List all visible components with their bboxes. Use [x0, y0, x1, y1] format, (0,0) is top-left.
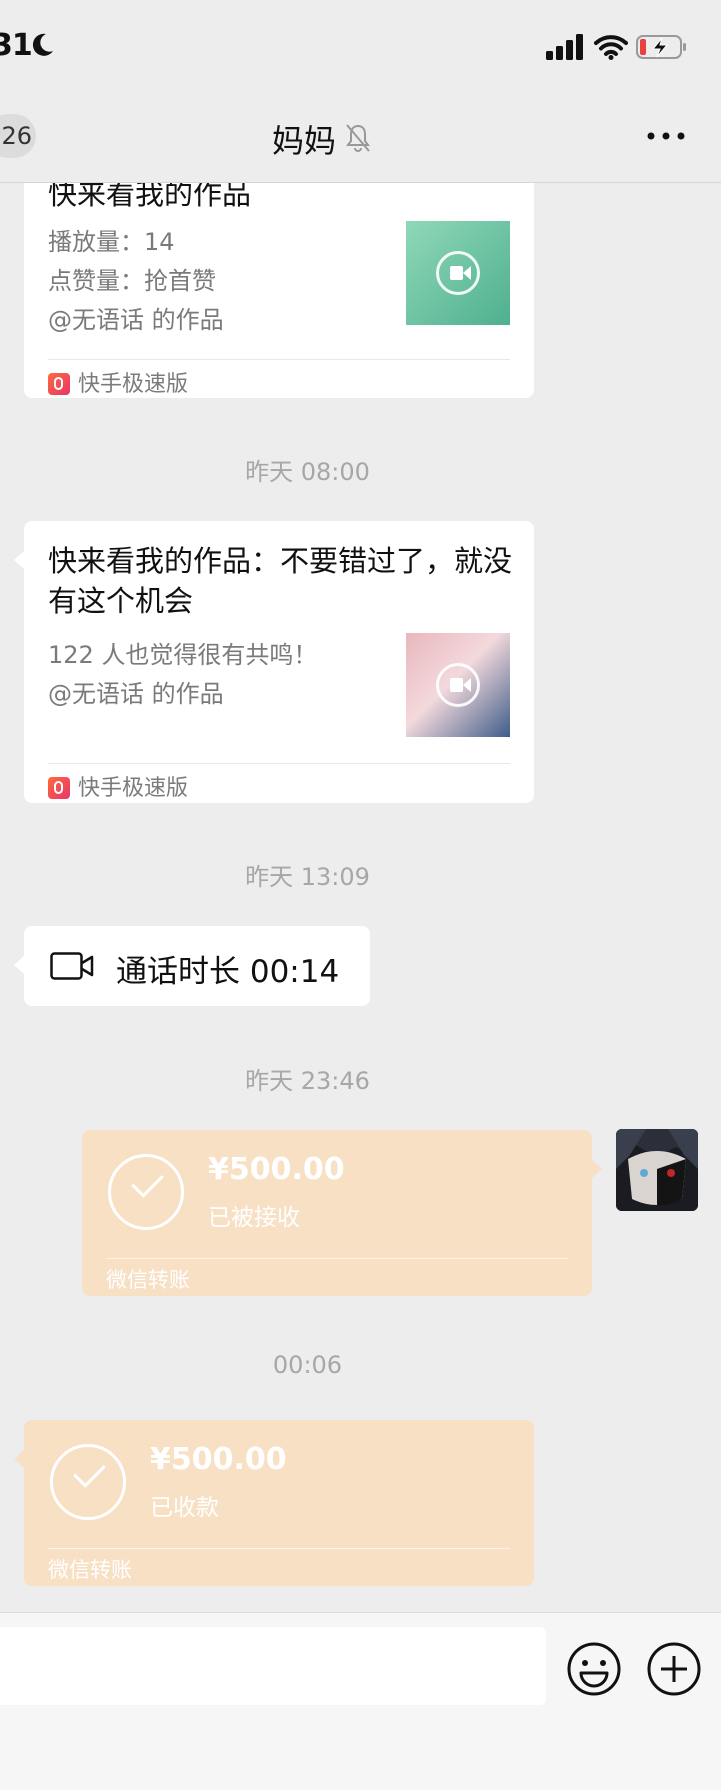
divider — [48, 359, 510, 360]
kuaishou-logo-icon — [48, 373, 70, 395]
divider — [48, 763, 510, 764]
check-icon — [50, 1444, 126, 1520]
divider — [106, 1258, 568, 1259]
avatar-image — [616, 1129, 698, 1211]
status-time: 31 — [0, 28, 33, 63]
transfer-status: 已被接收 — [208, 1205, 300, 1231]
header-mask: 26 妈妈 — [0, 96, 721, 183]
status-bar: 31 — [0, 0, 721, 96]
timestamp: 昨天 13:09 — [245, 863, 370, 891]
card-like-count: 点赞量：抢首赞 — [48, 267, 216, 295]
transfer-amount: ¥500.00 — [208, 1152, 345, 1187]
play-icon — [436, 663, 480, 707]
emoji-icon[interactable] — [566, 1641, 622, 1697]
transfer-card-sent[interactable]: ¥500.00 已被接收 微信转账 — [82, 1130, 602, 1296]
avatar[interactable] — [616, 1129, 698, 1211]
card-author: @无语话 的作品 — [48, 306, 224, 334]
timestamp: 昨天 23:46 — [245, 1067, 370, 1095]
plus-icon[interactable] — [646, 1641, 702, 1697]
card-title: 快来看我的作品：不要错过了，就没有这个机会 — [48, 544, 513, 618]
transfer-status: 已收款 — [150, 1495, 219, 1521]
transfer-card-received[interactable]: ¥500.00 已收款 微信转账 — [14, 1420, 534, 1586]
back-button[interactable]: 26 — [0, 114, 36, 158]
wifi-icon — [594, 35, 628, 60]
app-name: 快手极速版 — [78, 776, 189, 801]
message-input[interactable] — [0, 1627, 546, 1705]
input-bar — [0, 1612, 721, 1790]
timestamp: 昨天 08:00 — [245, 458, 370, 486]
transfer-amount: ¥500.00 — [150, 1442, 287, 1477]
kuaishou-logo-icon — [48, 777, 70, 799]
moon-icon — [32, 33, 53, 56]
app-name: 快手极速版 — [78, 372, 189, 397]
card-play-count: 播放量：14 — [48, 228, 175, 256]
share-card[interactable]: 快来看我的作品：不要错过了，就没有这个机会 122 人也觉得很有共鸣！ @无语话… — [14, 521, 534, 803]
play-icon — [436, 251, 480, 295]
card-author: @无语话 的作品 — [48, 680, 224, 708]
call-record-bubble[interactable]: 通话时长 00:14 — [14, 926, 370, 1006]
chat-title: 妈妈 — [272, 122, 337, 160]
video-call-icon — [50, 952, 94, 980]
battery-icon — [636, 35, 686, 59]
transfer-brand: 微信转账 — [48, 1558, 132, 1582]
call-duration: 通话时长 00:14 — [116, 954, 340, 990]
mute-icon — [346, 124, 370, 152]
check-icon — [108, 1154, 184, 1230]
transfer-brand: 微信转账 — [106, 1268, 190, 1292]
video-thumbnail — [406, 221, 510, 325]
more-icon[interactable] — [645, 126, 687, 146]
card-description: 122 人也觉得很有共鸣！ — [48, 641, 318, 669]
app-source: 快手极速版 — [48, 770, 188, 802]
divider — [48, 1548, 510, 1549]
app-source: 快手极速版 — [48, 366, 188, 398]
signal-icon — [546, 34, 583, 60]
timestamp: 00:06 — [272, 1351, 343, 1379]
video-thumbnail — [406, 633, 510, 737]
